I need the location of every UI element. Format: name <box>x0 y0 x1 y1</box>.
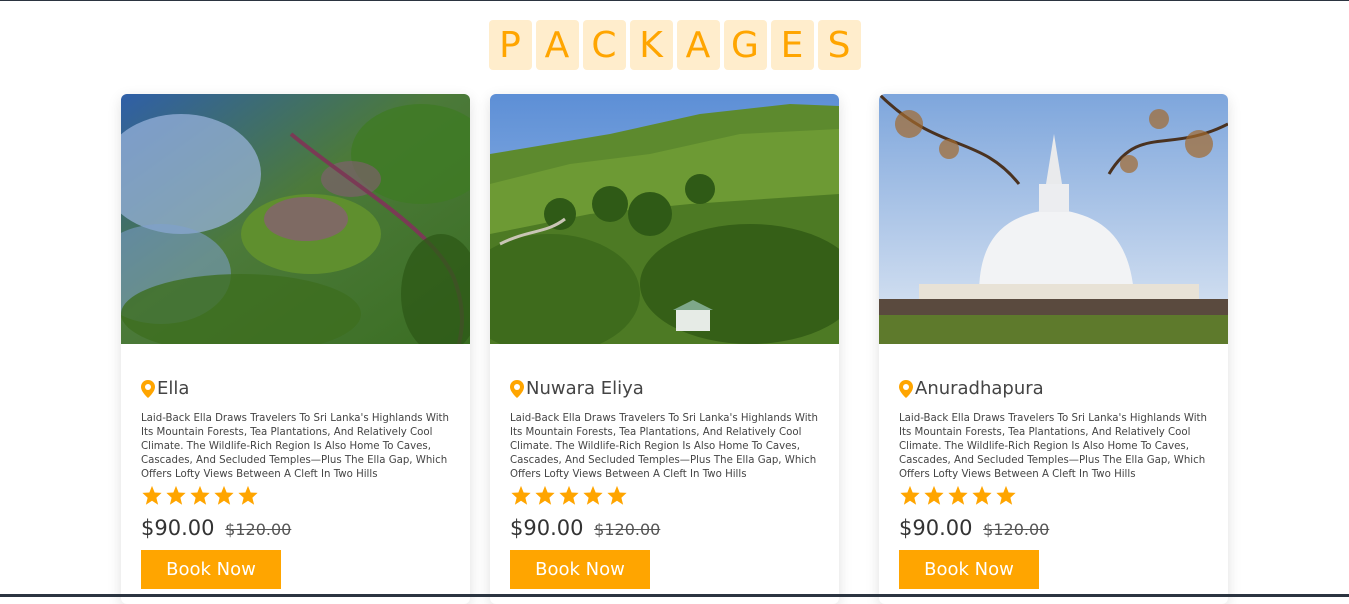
heading-letter: G <box>723 20 767 70</box>
star-icon <box>559 485 579 505</box>
location-name: Ella <box>157 378 190 399</box>
star-icon <box>535 485 555 505</box>
location: Ella <box>141 378 450 399</box>
heading-letter: C <box>582 20 626 70</box>
heading-letter: A <box>676 20 720 70</box>
star-icon <box>583 485 603 505</box>
star-icon <box>190 485 210 505</box>
rating-stars <box>141 485 450 506</box>
old-price: $120.00 <box>983 520 1050 539</box>
price: $90.00 $120.00 <box>141 516 450 540</box>
star-icon <box>142 485 162 505</box>
heading-letter: A <box>535 20 579 70</box>
heading-letter: E <box>770 20 814 70</box>
aerial-forest-railway-image <box>121 94 470 344</box>
old-price: $120.00 <box>594 520 661 539</box>
star-icon <box>166 485 186 505</box>
package-card-nuwara-eliya: Nuwara Eliya Laid-Back Ella Draws Travel… <box>490 94 839 604</box>
ella-photo <box>121 94 470 344</box>
heading-letter: K <box>629 20 673 70</box>
star-icon <box>511 485 531 505</box>
star-icon <box>972 485 992 505</box>
tea-plantation-image <box>490 94 839 344</box>
star-icon <box>948 485 968 505</box>
heading-letter: S <box>817 20 861 70</box>
heading-letter: P <box>488 20 532 70</box>
location: Anuradhapura <box>899 378 1208 399</box>
star-icon <box>996 485 1016 505</box>
star-icon <box>607 485 627 505</box>
current-price: $90.00 <box>510 516 584 540</box>
anuradhapura-photo <box>879 94 1228 344</box>
package-card-anuradhapura: Anuradhapura Laid-Back Ella Draws Travel… <box>879 94 1228 604</box>
package-description: Laid-Back Ella Draws Travelers To Sri La… <box>899 413 1207 480</box>
star-icon <box>900 485 920 505</box>
current-price: $90.00 <box>141 516 215 540</box>
map-pin-icon <box>510 379 524 398</box>
top-border <box>0 0 1349 1</box>
location-name: Nuwara Eliya <box>526 378 644 399</box>
current-price: $90.00 <box>899 516 973 540</box>
star-icon <box>924 485 944 505</box>
rating-stars <box>510 485 819 506</box>
star-icon <box>238 485 258 505</box>
old-price: $120.00 <box>225 520 292 539</box>
package-description: Laid-Back Ella Draws Travelers To Sri La… <box>141 413 449 480</box>
package-card-ella: Ella Laid-Back Ella Draws Travelers To S… <box>121 94 470 604</box>
location: Nuwara Eliya <box>510 378 819 399</box>
book-now-button[interactable]: Book Now <box>141 550 281 589</box>
book-now-button[interactable]: Book Now <box>899 550 1039 589</box>
map-pin-icon <box>141 379 155 398</box>
star-icon <box>214 485 234 505</box>
price: $90.00 $120.00 <box>510 516 819 540</box>
map-pin-icon <box>899 379 913 398</box>
nuwara-eliya-photo <box>490 94 839 344</box>
packages-heading: P A C K A G E S <box>0 20 1349 70</box>
package-description: Laid-Back Ella Draws Travelers To Sri La… <box>510 413 818 480</box>
price: $90.00 $120.00 <box>899 516 1208 540</box>
white-stupa-image <box>879 94 1228 344</box>
rating-stars <box>899 485 1208 506</box>
book-now-button[interactable]: Book Now <box>510 550 650 589</box>
location-name: Anuradhapura <box>915 378 1044 399</box>
